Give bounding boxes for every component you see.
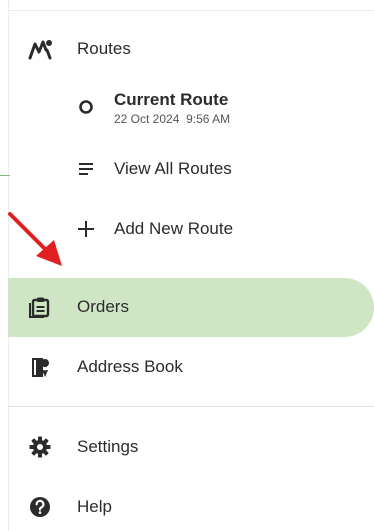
nav-item-address-book-label: Address Book <box>77 357 183 376</box>
annotation-arrow-icon <box>8 212 62 266</box>
clipboard-icon <box>28 295 52 319</box>
current-route-date: 22 Oct 2024 <box>114 112 180 126</box>
current-route-timestamp: 22 Oct 2024 9:56 AM <box>114 112 230 126</box>
nav-item-orders-label: Orders <box>77 297 129 316</box>
drawer-top-border <box>8 10 374 11</box>
nav-item-help-label: Help <box>77 497 112 516</box>
nav-item-view-all-routes-label: View All Routes <box>114 159 232 178</box>
nav-item-current-route[interactable]: Current Route 22 Oct 2024 9:56 AM <box>8 84 374 130</box>
list-icon <box>77 161 95 177</box>
nav-item-routes-label: Routes <box>77 39 131 58</box>
nav-item-view-all-routes[interactable]: View All Routes <box>8 146 374 192</box>
plus-icon <box>76 219 96 239</box>
current-route-time: 9:56 AM <box>186 112 231 126</box>
nav-item-add-new-route-label: Add New Route <box>114 219 234 238</box>
circle-icon <box>77 98 95 116</box>
section-divider <box>8 406 374 407</box>
help-icon <box>28 495 52 519</box>
address-book-icon <box>28 355 52 379</box>
current-route-text: Current Route 22 Oct 2024 9:56 AM <box>114 90 230 126</box>
nav-item-settings-label: Settings <box>77 437 139 456</box>
routes-icon <box>28 37 54 61</box>
nav-item-address-book[interactable]: Address Book <box>8 344 374 390</box>
nav-item-settings[interactable]: Settings <box>8 424 374 470</box>
nav-item-help[interactable]: Help <box>8 484 374 530</box>
navigation-drawer: Routes Current Route 22 Oct 2024 9:56 AM… <box>0 0 374 531</box>
nav-item-orders[interactable]: Orders <box>8 284 374 330</box>
nav-item-routes[interactable]: Routes <box>8 26 374 72</box>
current-route-label: Current Route <box>114 90 229 109</box>
gear-icon <box>28 435 52 459</box>
